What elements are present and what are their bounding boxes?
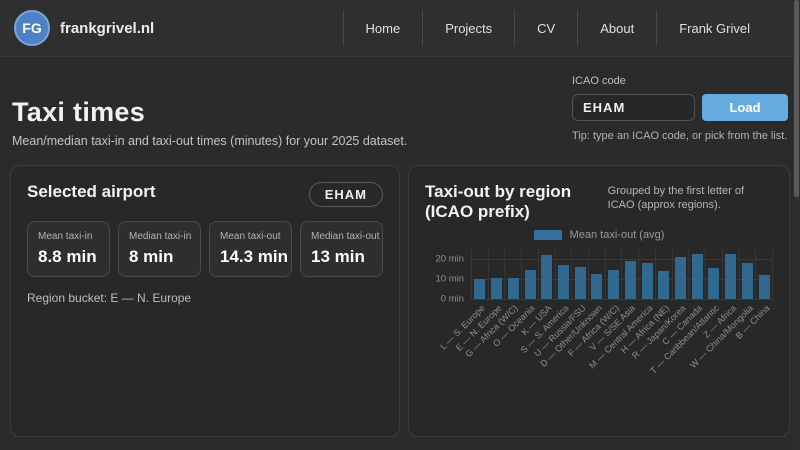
y-axis-tick-label: 0 min xyxy=(441,293,464,304)
hero-section: Taxi times Mean/median taxi-in and taxi-… xyxy=(0,57,800,165)
stat-value: 13 min xyxy=(311,247,372,267)
bar-v xyxy=(625,261,636,299)
cards-row: Selected airport EHAM Mean taxi-in 8.8 mi… xyxy=(10,165,790,437)
bar-t xyxy=(708,268,719,299)
bar-slots xyxy=(471,249,772,299)
bar-l xyxy=(474,279,485,299)
stat-box-median-taxi-in: Median taxi-in 8 min xyxy=(118,221,201,277)
bar-b xyxy=(759,275,770,299)
chart-legend: Mean taxi-out (avg) xyxy=(425,229,773,241)
bar-g xyxy=(508,278,519,299)
bar-w xyxy=(742,263,753,299)
bar-slot xyxy=(655,249,672,299)
stat-label: Mean taxi-in xyxy=(38,231,99,242)
site-logo[interactable]: FG xyxy=(14,10,50,46)
chart-subtitle: Grouped by the first letter of ICAO (app… xyxy=(608,184,773,213)
bar-z xyxy=(725,254,736,299)
nav-item-about[interactable]: About xyxy=(578,21,656,36)
bar-r xyxy=(675,257,686,299)
bar-d xyxy=(591,274,602,299)
bar-k xyxy=(541,255,552,299)
bar-slot xyxy=(621,249,638,299)
icao-tip-text: Tip: type an ICAO code, or pick from the… xyxy=(572,130,788,142)
icao-panel: ICAO code Load Tip: type an ICAO code, o… xyxy=(572,75,788,142)
bar-o xyxy=(525,270,536,299)
page-title: Taxi times xyxy=(12,97,407,128)
bar-slot xyxy=(722,249,739,299)
nav-item-home[interactable]: Home xyxy=(344,21,423,36)
bar-slot xyxy=(588,249,605,299)
stat-box-mean-taxi-in: Mean taxi-in 8.8 min xyxy=(27,221,110,277)
stat-value: 8.8 min xyxy=(38,247,99,267)
nav-item-frank-grivel[interactable]: Frank Grivel xyxy=(657,21,772,36)
bar-slot xyxy=(555,249,572,299)
bar-slot xyxy=(638,249,655,299)
y-axis-tick-label: 10 min xyxy=(435,273,464,284)
page-scrollbar-thumb[interactable] xyxy=(794,0,799,197)
bar-slot xyxy=(521,249,538,299)
bar-s xyxy=(558,265,569,299)
bar-h xyxy=(658,271,669,299)
selected-airport-card: Selected airport EHAM Mean taxi-in 8.8 mi… xyxy=(10,165,400,437)
airport-code-badge: EHAM xyxy=(309,182,383,207)
page-scrollbar-track[interactable] xyxy=(793,0,800,450)
bar-c xyxy=(692,254,703,299)
nav-item-cv[interactable]: CV xyxy=(515,21,577,36)
bar-slot xyxy=(538,249,555,299)
bar-slot xyxy=(739,249,756,299)
icao-code-label: ICAO code xyxy=(572,75,788,87)
stat-box-mean-taxi-out: Mean taxi-out 14.3 min xyxy=(209,221,292,277)
stat-value: 8 min xyxy=(129,247,190,267)
site-name[interactable]: frankgrivel.nl xyxy=(60,20,154,37)
main-nav: HomeProjectsCVAboutFrank Grivel xyxy=(343,0,773,56)
bar-slot xyxy=(672,249,689,299)
logo-initials: FG xyxy=(22,20,41,36)
bar-slot xyxy=(755,249,772,299)
bar-slot xyxy=(688,249,705,299)
header: FG frankgrivel.nl HomeProjectsCVAboutFra… xyxy=(0,0,800,57)
bar-slot xyxy=(471,249,488,299)
bar-e xyxy=(491,278,502,299)
bar-slot xyxy=(705,249,722,299)
page-subtitle: Mean/median taxi-in and taxi-out times (… xyxy=(12,134,407,148)
load-button[interactable]: Load xyxy=(702,94,788,121)
nav-item-projects[interactable]: Projects xyxy=(423,21,514,36)
chart-x-axis-labels: L — S. EuropeE — N. EuropeG — Africa (W/… xyxy=(471,299,773,381)
chart-title: Taxi-out by region (ICAO prefix) xyxy=(425,182,608,223)
stat-label: Median taxi-out xyxy=(311,231,372,242)
bar-slot xyxy=(605,249,622,299)
region-bucket-text: Region bucket: E — N. Europe xyxy=(27,291,383,305)
bar-slot xyxy=(571,249,588,299)
bar-u xyxy=(575,267,586,299)
selected-airport-title: Selected airport xyxy=(27,182,156,202)
bar-slot xyxy=(488,249,505,299)
chart-plot-area: 0 min10 min20 min xyxy=(471,249,773,299)
y-axis-tick-label: 20 min xyxy=(435,253,464,264)
stats-row: Mean taxi-in8.8 minMedian taxi-in8 minMe… xyxy=(27,221,383,277)
stat-label: Mean taxi-out xyxy=(220,231,281,242)
bar-slot xyxy=(504,249,521,299)
legend-label: Mean taxi-out (avg) xyxy=(570,229,665,241)
taxi-out-chart-card: Taxi-out by region (ICAO prefix) Grouped… xyxy=(408,165,790,437)
stat-value: 14.3 min xyxy=(220,247,281,267)
bar-m xyxy=(642,263,653,299)
stat-box-median-taxi-out: Median taxi-out 13 min xyxy=(300,221,383,277)
legend-swatch xyxy=(534,230,562,240)
icao-code-input[interactable] xyxy=(572,94,695,121)
bar-f xyxy=(608,270,619,299)
stat-label: Median taxi-in xyxy=(129,231,190,242)
bar-chart: 0 min10 min20 min L — S. EuropeE — N. Eu… xyxy=(425,249,773,381)
